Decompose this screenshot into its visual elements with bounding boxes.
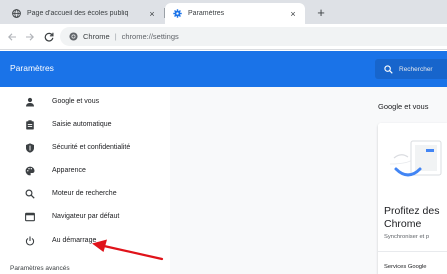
clipboard-icon (25, 120, 35, 130)
sidebar-item-google-et-vous[interactable]: Google et vous (0, 92, 170, 112)
back-arrow-icon[interactable] (4, 29, 20, 45)
shield-icon (25, 143, 35, 153)
search-icon (25, 189, 35, 199)
google-services-link[interactable]: Services Google (384, 264, 427, 270)
divider (378, 251, 447, 252)
chrome-logo-icon (69, 32, 78, 41)
tab-parametres[interactable]: Paramètres × (165, 3, 305, 24)
sync-illustration (378, 123, 447, 195)
sidebar-item-apparence[interactable]: Apparence (0, 161, 170, 181)
settings-search-input[interactable]: Rechercher (375, 59, 447, 79)
settings-gear-icon (173, 9, 182, 18)
globe-icon (12, 9, 21, 18)
search-icon (384, 64, 393, 74)
omnibox-divider: | (114, 32, 117, 41)
person-icon (25, 97, 35, 107)
url-text: chrome://settings (121, 32, 179, 41)
card-subtitle: Synchroniser et p (384, 234, 430, 240)
tab-strip: Page d'accueil des écoles publiq × Param… (0, 0, 447, 24)
sidebar-item-label: Sécurité et confidentialité (52, 144, 131, 151)
sidebar-item-label: Moteur de recherche (52, 190, 117, 197)
search-placeholder: Rechercher (399, 65, 433, 73)
page-title: Paramètres (10, 63, 54, 73)
tab-title: Paramètres (188, 10, 225, 17)
close-icon[interactable]: × (146, 9, 158, 19)
tab-title: Page d'accueil des écoles publiq (27, 10, 129, 17)
sidebar-item-label: Apparence (52, 167, 86, 174)
browser-window-icon (25, 212, 35, 222)
chevron-down-icon[interactable] (127, 267, 133, 271)
address-bar[interactable]: Chrome | chrome://settings (60, 27, 447, 46)
sync-promo-card: Profitez des Chrome Synchroniser et p Se… (378, 123, 447, 274)
sidebar-item-securite[interactable]: Sécurité et confidentialité (0, 138, 170, 158)
tab-ecoles-publiques[interactable]: Page d'accueil des écoles publiq × (4, 3, 164, 24)
card-heading-line: Chrome (384, 218, 422, 230)
settings-header: Paramètres Rechercher (0, 51, 447, 87)
sidebar-item-moteur-de-recherche[interactable]: Moteur de recherche (0, 184, 170, 204)
sidebar-item-saisie-automatique[interactable]: Saisie automatique (0, 115, 170, 135)
chrome-chip: Chrome (83, 32, 110, 41)
section-title: Google et vous (378, 102, 429, 111)
forward-arrow-icon[interactable] (22, 29, 38, 45)
sidebar-item-label: Navigateur par défaut (52, 213, 120, 220)
new-tab-button[interactable]: + (312, 4, 330, 22)
sidebar-item-label: Saisie automatique (52, 121, 112, 128)
reload-icon[interactable] (41, 29, 57, 45)
advanced-settings-toggle[interactable]: Paramètres avancés (10, 265, 70, 272)
toolbar: Chrome | chrome://settings (0, 24, 447, 50)
card-heading: Profitez des Chrome (384, 205, 447, 231)
sidebar-item-navigateur-par-defaut[interactable]: Navigateur par défaut (0, 207, 170, 227)
palette-icon (25, 166, 35, 176)
power-icon (25, 236, 35, 246)
close-icon[interactable]: × (287, 9, 299, 19)
card-heading-line: Profitez des (384, 205, 440, 217)
settings-sidebar: Google et vous Saisie automatique Sécuri… (0, 87, 170, 274)
red-arrow-annotation (92, 239, 164, 261)
sidebar-item-label: Google et vous (52, 98, 100, 105)
